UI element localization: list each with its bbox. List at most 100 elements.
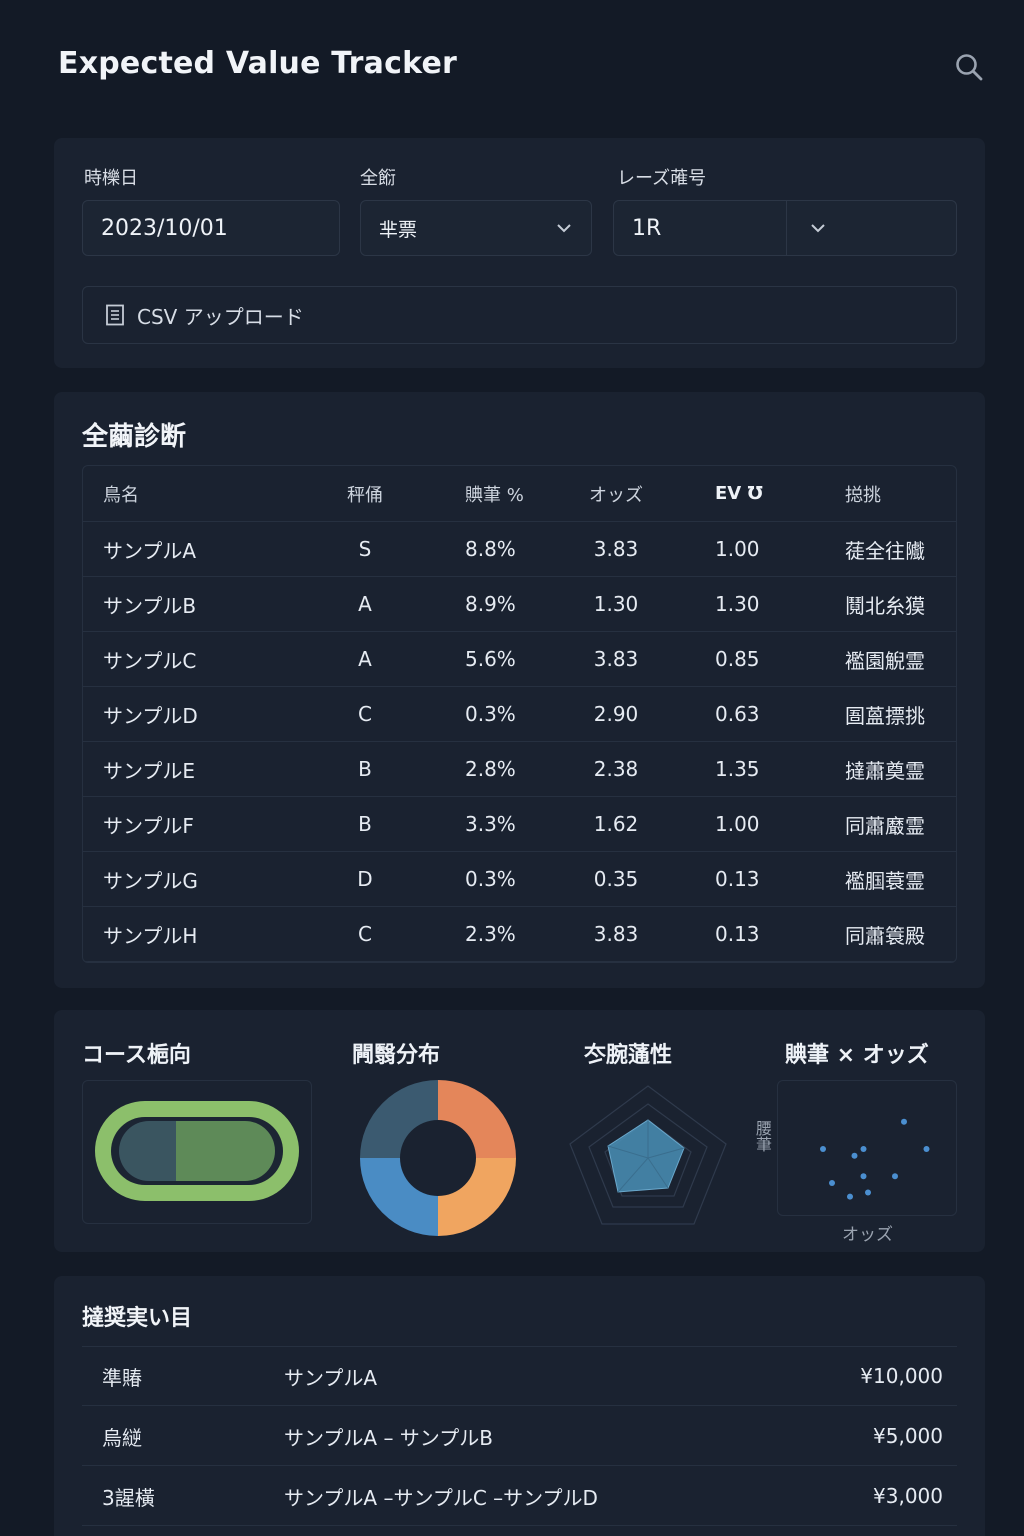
scatter-point <box>820 1146 826 1152</box>
venue-select[interactable]: 芈票 <box>360 200 592 256</box>
race-value: 1R <box>632 215 662 241</box>
win-rate: 2.3% <box>465 922 516 946</box>
csv-upload-button[interactable]: CSV アップロード <box>82 286 957 344</box>
radar-chart <box>566 1082 731 1232</box>
search-button[interactable] <box>950 48 988 86</box>
scatter-point <box>847 1193 853 1200</box>
horse-name: サンプルF <box>103 813 194 838</box>
ev-value: 0.13 <box>715 867 760 891</box>
grade: C <box>358 922 372 946</box>
bet-amount: ¥10,000 <box>860 1364 943 1388</box>
bet-type: 烏縌 <box>102 1425 142 1450</box>
bets-title: 撻奨実い目 <box>82 1306 193 1331</box>
judgement: 撻蕭奠霊 <box>845 758 925 783</box>
ev-value: 1.00 <box>715 537 760 561</box>
odds: 1.30 <box>593 592 639 616</box>
track-right-half <box>176 1121 275 1181</box>
scatter-y-label: 腰茟 <box>753 1120 772 1152</box>
column-header-name: 鳥名 <box>103 484 139 506</box>
scatter-chart-title: 賟茟 × オッズ <box>785 1043 929 1068</box>
odds: 0.35 <box>593 867 639 891</box>
grade: S <box>358 537 372 561</box>
horse-name: サンプルB <box>103 593 197 618</box>
radar-area <box>607 1119 685 1193</box>
bet-amount: ¥5,000 <box>873 1424 943 1448</box>
donut-slice <box>438 1158 516 1236</box>
bet-row[interactable]: 3謃橫 サンプルA –サンプルC –サンプルD ¥3,000 <box>82 1467 957 1526</box>
venue-value: 芈票 <box>379 218 418 241</box>
odds: 3.83 <box>593 647 639 671</box>
ev-value: 1.00 <box>715 812 760 836</box>
horse-name: サンプルD <box>103 703 198 728</box>
donut-slice <box>438 1080 516 1158</box>
judgement: 蓗全往隵 <box>845 538 925 563</box>
chevron-down-icon <box>557 224 571 233</box>
race-label: レーズ蓶号 <box>617 168 707 189</box>
judgement: 圄蒕摽挑 <box>845 703 925 728</box>
table-row[interactable]: サンプルD C 0.3% 2.90 0.63 圄蒕摽挑 <box>83 687 956 742</box>
ev-value: 1.30 <box>715 592 760 616</box>
column-header-win-rate: 賟茟 % <box>465 484 524 506</box>
select-divider <box>786 201 787 255</box>
donut-slice <box>360 1080 438 1158</box>
course-chart-title: コース梔向 <box>82 1043 191 1068</box>
bet-combination: サンプルA <box>284 1365 378 1390</box>
column-header-grade: 秤俑 <box>347 484 383 506</box>
bet-type: 準賰 <box>102 1365 142 1390</box>
win-rate: 8.8% <box>465 537 516 561</box>
date-field[interactable]: 2023/10/01 <box>82 200 340 256</box>
ev-value: 1.35 <box>715 757 760 781</box>
radar-chart-title: 冭腕蓪性 <box>584 1043 673 1068</box>
scatter-x-label: オッズ <box>842 1225 893 1245</box>
scatter-chart <box>820 1118 930 1200</box>
horse-name: サンプルH <box>103 923 198 948</box>
judgement: 襤腘蓑霊 <box>845 868 925 893</box>
course-chart <box>82 1080 312 1224</box>
donut-slice <box>360 1158 438 1236</box>
grade: B <box>358 812 372 836</box>
grade: A <box>358 592 372 616</box>
win-rate: 2.8% <box>465 757 516 781</box>
table-row[interactable]: サンプルC A 5.6% 3.83 0.85 襤園觬霊 <box>83 632 956 687</box>
column-header-judgement: 搃挑 <box>845 484 881 506</box>
column-header-ev: EV Ʊ <box>715 483 763 504</box>
win-rate: 8.9% <box>465 592 516 616</box>
bet-row[interactable]: 烏縌 サンプルA – サンプルB ¥5,000 <box>82 1407 957 1466</box>
scatter-point <box>829 1180 835 1186</box>
table-header-row: 鳥名 秤俑 賟茟 % オッズ EV Ʊ 搃挑 <box>83 466 956 522</box>
bets-table: 準賰 サンプルA ¥10,000 烏縌 サンプルA – サンプルB ¥5,000… <box>82 1346 957 1536</box>
horse-name: サンプルC <box>103 648 197 673</box>
win-rate: 0.3% <box>465 867 516 891</box>
distribution-chart <box>352 1074 524 1246</box>
scatter-point <box>901 1118 907 1125</box>
bet-combination: サンプルA – サンプルB <box>284 1425 493 1450</box>
table-row[interactable]: サンプルB A 8.9% 1.30 1.30 鬩北糸獏 <box>83 577 956 632</box>
judgement: 鬩北糸獏 <box>845 593 925 618</box>
radar-chart-graphic <box>569 1085 727 1225</box>
table-row[interactable]: サンプルF B 3.3% 1.62 1.00 同蕭黀霊 <box>83 797 956 852</box>
race-select[interactable]: 1R <box>613 200 957 256</box>
date-label: 時櫟日 <box>84 168 138 189</box>
diagnosis-table: 鳥名 秤俑 賟茟 % オッズ EV Ʊ 搃挑 サンプルA S 8.8% 3.83… <box>82 465 957 963</box>
horse-name: サンプルA <box>103 538 197 563</box>
win-rate: 5.6% <box>465 647 516 671</box>
odds: 2.38 <box>593 757 639 781</box>
scatter-point <box>851 1152 858 1159</box>
odds: 1.62 <box>593 812 639 836</box>
chevron-down-icon <box>811 224 825 233</box>
win-rate: 3.3% <box>465 812 516 836</box>
odds: 2.90 <box>593 702 639 726</box>
bet-combination: サンプルA –サンプルC –サンプルD <box>284 1485 598 1510</box>
bet-row[interactable]: 準賰 サンプルA ¥10,000 <box>82 1347 957 1406</box>
odds: 3.83 <box>593 537 639 561</box>
distribution-chart-title: 闁翳分布 <box>352 1043 441 1068</box>
scatter-point <box>860 1146 867 1152</box>
table-row[interactable]: サンプルH C 2.3% 3.83 0.13 同蕭簑殿 <box>83 907 956 962</box>
table-row[interactable]: サンプルA S 8.8% 3.83 1.00 蓗全往隵 <box>83 522 956 577</box>
table-row[interactable]: サンプルG D 0.3% 0.35 0.13 襤腘蓑霊 <box>83 852 956 907</box>
venue-label: 全餰 <box>360 168 396 189</box>
bet-amount: ¥3,000 <box>873 1484 943 1508</box>
table-row[interactable]: サンプルE B 2.8% 2.38 1.35 撻蕭奠霊 <box>83 742 956 797</box>
ev-value: 0.85 <box>715 647 760 671</box>
date-value: 2023/10/01 <box>101 215 228 241</box>
